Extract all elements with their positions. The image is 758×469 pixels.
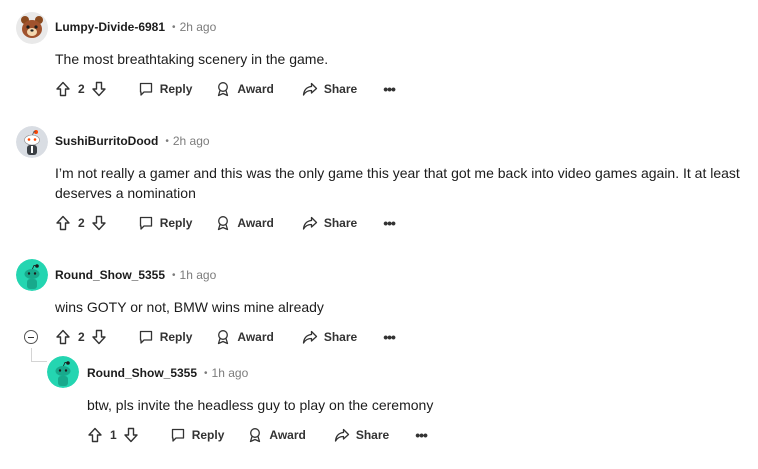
award-button[interactable]: Award	[215, 215, 274, 231]
upvote-icon[interactable]	[55, 329, 71, 345]
bear-avatar-icon	[16, 12, 48, 44]
vote-count: 2	[78, 216, 85, 230]
more-options-icon[interactable]: •••	[383, 329, 396, 345]
share-icon	[302, 330, 317, 344]
thread-line	[31, 348, 32, 362]
avatar[interactable]	[47, 356, 79, 388]
avatar[interactable]	[16, 126, 48, 158]
reply-icon	[171, 428, 184, 442]
comment-timestamp[interactable]: 2h ago	[173, 134, 210, 148]
share-button[interactable]: Share	[302, 329, 357, 345]
vote-control: 2	[55, 81, 107, 97]
comment-actions: 1 Reply Award Share •••	[87, 423, 428, 447]
share-label: Share	[355, 428, 390, 442]
reply-button[interactable]: Reply	[170, 427, 225, 443]
reply-label: Reply	[159, 216, 193, 230]
downvote-icon[interactable]	[91, 81, 107, 97]
snoo-avatar-icon	[47, 356, 79, 388]
more-options-icon[interactable]: •••	[383, 215, 396, 231]
comment-body: The most breathtaking scenery in the gam…	[55, 51, 329, 67]
award-label: Award	[237, 216, 274, 230]
avatar[interactable]	[16, 259, 48, 291]
comment-author[interactable]: Lumpy-Divide-6981	[55, 20, 165, 34]
comment-actions: 2 Reply Award Share •••	[55, 211, 396, 235]
upvote-icon[interactable]	[55, 81, 71, 97]
award-button[interactable]: Award	[215, 329, 274, 345]
award-button[interactable]: Award	[247, 427, 306, 443]
thread-line-elbow	[31, 361, 47, 362]
vote-count: 2	[78, 82, 85, 96]
reply-button[interactable]: Reply	[138, 329, 193, 345]
reply-button[interactable]: Reply	[138, 215, 193, 231]
reply-label: Reply	[191, 428, 225, 442]
comment-body: wins GOTY or not, BMW wins mine already	[55, 299, 324, 315]
share-icon	[334, 428, 349, 442]
meta-separator: •	[172, 21, 176, 33]
vote-count: 2	[78, 330, 85, 344]
collapse-thread-button[interactable]	[24, 330, 38, 344]
comment-timestamp[interactable]: 1h ago	[180, 268, 217, 282]
vote-control: 1	[87, 427, 139, 443]
award-icon	[218, 82, 229, 97]
more-options-icon[interactable]: •••	[415, 427, 428, 443]
comment-timestamp[interactable]: 2h ago	[180, 20, 217, 34]
comment-meta: Round_Show_5355 • 1h ago	[87, 363, 248, 383]
meta-separator: •	[165, 135, 169, 147]
comment-body: btw, pls invite the headless guy to play…	[87, 397, 434, 413]
comment-actions: 2 Reply Award Share •••	[55, 325, 396, 349]
award-icon	[218, 216, 229, 231]
award-icon	[218, 330, 229, 345]
share-label: Share	[323, 216, 358, 230]
meta-separator: •	[204, 367, 208, 379]
share-button[interactable]: Share	[334, 427, 389, 443]
vote-control: 2	[55, 329, 107, 345]
snoo-avatar-icon	[16, 126, 48, 158]
reply-icon	[139, 330, 152, 344]
vote-control: 2	[55, 215, 107, 231]
award-label: Award	[237, 330, 274, 344]
award-label: Award	[237, 82, 274, 96]
downvote-icon[interactable]	[91, 329, 107, 345]
snoo-avatar-icon	[16, 259, 48, 291]
award-button[interactable]: Award	[215, 81, 274, 97]
downvote-icon[interactable]	[91, 215, 107, 231]
comment-author[interactable]: Round_Show_5355	[55, 268, 165, 282]
avatar[interactable]	[16, 12, 48, 44]
share-button[interactable]: Share	[302, 215, 357, 231]
reply-button[interactable]: Reply	[138, 81, 193, 97]
comment-author[interactable]: SushiBurritoDood	[55, 134, 158, 148]
more-options-icon[interactable]: •••	[383, 81, 396, 97]
share-label: Share	[323, 330, 358, 344]
comment-meta: SushiBurritoDood • 2h ago	[55, 131, 210, 151]
comment-author[interactable]: Round_Show_5355	[87, 366, 197, 380]
upvote-icon[interactable]	[87, 427, 103, 443]
upvote-icon[interactable]	[55, 215, 71, 231]
downvote-icon[interactable]	[123, 427, 139, 443]
comment-meta: Round_Show_5355 • 1h ago	[55, 265, 216, 285]
comment-timestamp[interactable]: 1h ago	[212, 366, 249, 380]
comment-meta: Lumpy-Divide-6981 • 2h ago	[55, 17, 216, 37]
minus-icon	[28, 336, 34, 338]
meta-separator: •	[172, 269, 176, 281]
reply-icon	[139, 82, 152, 96]
comment-actions: 2 Reply Award Share •••	[55, 77, 396, 101]
award-icon	[250, 428, 261, 443]
reply-icon	[139, 216, 152, 230]
reply-label: Reply	[159, 330, 193, 344]
share-icon	[302, 82, 317, 96]
comment-body: I’m not really a gamer and this was the …	[55, 165, 740, 201]
award-label: Award	[269, 428, 306, 442]
share-button[interactable]: Share	[302, 81, 357, 97]
share-icon	[302, 216, 317, 230]
share-label: Share	[323, 82, 358, 96]
vote-count: 1	[110, 428, 117, 442]
reply-label: Reply	[159, 82, 193, 96]
